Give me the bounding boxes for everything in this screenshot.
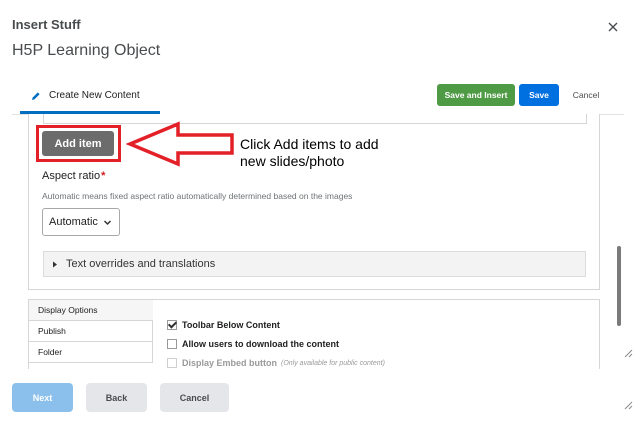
- text-overrides-label: Text overrides and translations: [66, 258, 216, 270]
- cancel-top-button[interactable]: Cancel: [566, 84, 606, 106]
- settings-tab-display-options[interactable]: Display Options: [29, 300, 153, 321]
- close-icon[interactable]: [606, 20, 620, 34]
- display-options-list: Toolbar Below Content Allow users to dow…: [167, 316, 385, 369]
- callout-arrow-icon: [126, 121, 234, 167]
- aspect-ratio-label: Aspect ratio*: [42, 170, 105, 182]
- dialog-resize-icon[interactable]: [623, 400, 633, 410]
- settings-panel: Display Options Publish Folder Toolbar B…: [28, 299, 600, 369]
- aspect-ratio-description: Automatic means fixed aspect ratio autom…: [42, 191, 353, 201]
- aspect-ratio-value: Automatic: [49, 216, 98, 228]
- save-button[interactable]: Save: [519, 84, 559, 106]
- option-label: Allow users to download the content: [182, 339, 340, 349]
- option-label: Display Embed button: [182, 358, 278, 368]
- dialog-title: Insert Stuff: [12, 17, 81, 32]
- scrollbar-thumb[interactable]: [617, 246, 621, 326]
- settings-tab-folder[interactable]: Folder: [29, 342, 153, 363]
- allow-download-checkbox[interactable]: [167, 339, 177, 349]
- display-embed-checkbox: [167, 358, 177, 368]
- toolbar-below-content-checkbox[interactable]: [167, 320, 177, 330]
- dialog-subtitle: H5P Learning Object: [12, 42, 161, 59]
- back-button[interactable]: Back: [86, 383, 147, 412]
- chevron-down-icon: [103, 219, 111, 225]
- aspect-ratio-label-text: Aspect ratio: [42, 170, 101, 182]
- option-allow-download: Allow users to download the content: [167, 335, 385, 353]
- editor-previous-field: [43, 114, 587, 124]
- option-note: (Only available for public content): [281, 359, 385, 367]
- pencil-icon: [32, 91, 40, 100]
- option-display-embed: Display Embed button (Only available for…: [167, 354, 385, 369]
- required-marker: *: [101, 170, 106, 182]
- settings-tab-publish[interactable]: Publish: [29, 321, 153, 342]
- save-and-insert-button[interactable]: Save and Insert: [437, 84, 515, 106]
- tab-label: Create New Content: [49, 90, 140, 101]
- annotation-callout: Click Add items to add new slides/photo: [240, 136, 379, 169]
- option-label: Toolbar Below Content: [182, 320, 280, 330]
- caret-right-icon: [53, 261, 57, 267]
- cancel-button[interactable]: Cancel: [160, 383, 229, 412]
- resize-handle-icon[interactable]: [623, 348, 633, 358]
- tab-create-new-content[interactable]: Create New Content: [20, 80, 160, 114]
- aspect-ratio-select[interactable]: Automatic: [42, 208, 120, 236]
- next-button[interactable]: Next: [12, 383, 73, 412]
- text-overrides-toggle[interactable]: Text overrides and translations: [43, 251, 586, 277]
- settings-tabs: Display Options Publish Folder: [29, 300, 153, 369]
- add-item-button[interactable]: Add item: [42, 131, 114, 156]
- option-toolbar-below-content: Toolbar Below Content: [167, 316, 385, 334]
